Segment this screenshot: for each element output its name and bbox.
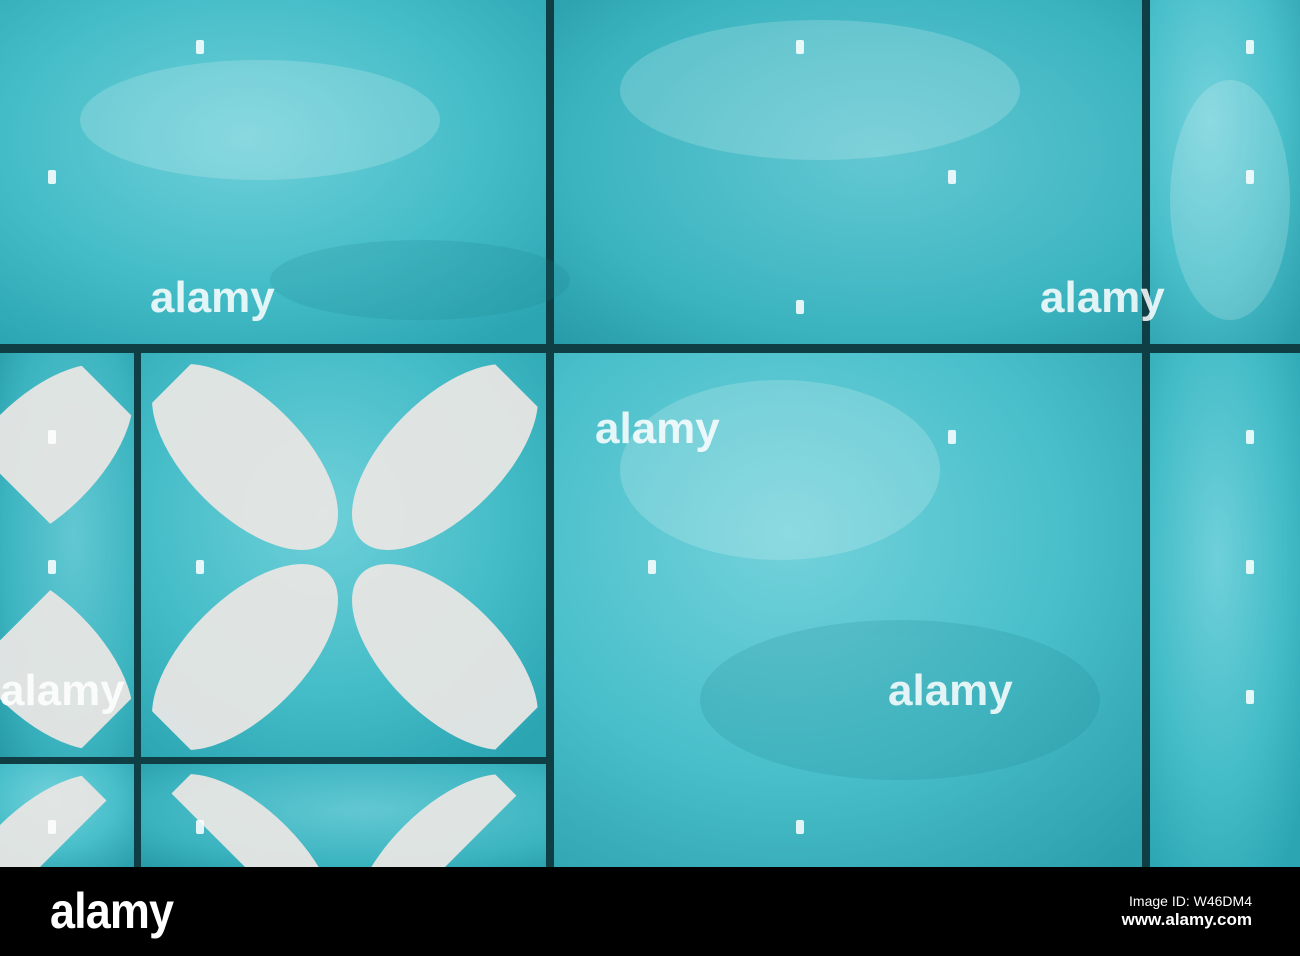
watermark-text: alamy — [888, 666, 1013, 715]
footer-logo: alamy — [50, 883, 174, 939]
watermark-text: alamy — [595, 404, 720, 453]
watermark-mark — [1246, 170, 1254, 184]
watermark-text: alamy — [1040, 273, 1165, 322]
footer-bar: alamy Image ID: W46DM4 www.alamy.com — [0, 867, 1300, 956]
watermark-mark — [48, 560, 56, 574]
tile-photo: alamy alamy alamy alamy alamy — [0, 0, 1300, 867]
watermark-text: alamy — [150, 273, 275, 322]
watermark-mark — [796, 820, 804, 834]
watermark-mark — [948, 170, 956, 184]
image-id-label: Image ID: — [1129, 893, 1190, 909]
watermark-mark — [48, 820, 56, 834]
stock-photo-page: alamy alamy alamy alamy alamy alamy Image ID… — [0, 0, 1300, 956]
footer-url: www.alamy.com — [1121, 910, 1252, 929]
watermark-mark — [196, 820, 204, 834]
watermark-mark — [1246, 430, 1254, 444]
watermark-mark — [1246, 690, 1254, 704]
watermark-text: alamy — [0, 666, 125, 715]
watermark-mark — [796, 300, 804, 314]
watermark-mark — [196, 40, 204, 54]
watermark-mark — [196, 560, 204, 574]
image-id-line: Image ID: W46DM4 — [1122, 893, 1252, 909]
watermark-mark — [48, 170, 56, 184]
footer-info: Image ID: W46DM4 www.alamy.com — [1122, 893, 1252, 931]
watermark-mark — [948, 430, 956, 444]
plain-tile — [1150, 353, 1300, 867]
watermark-mark — [796, 40, 804, 54]
watermark-mark — [1246, 560, 1254, 574]
tile-photo-canvas: alamy alamy alamy alamy alamy — [0, 0, 1300, 867]
watermark-mark — [48, 430, 56, 444]
watermark-mark — [1246, 40, 1254, 54]
watermark-mark — [648, 560, 656, 574]
image-id: W46DM4 — [1193, 893, 1252, 909]
